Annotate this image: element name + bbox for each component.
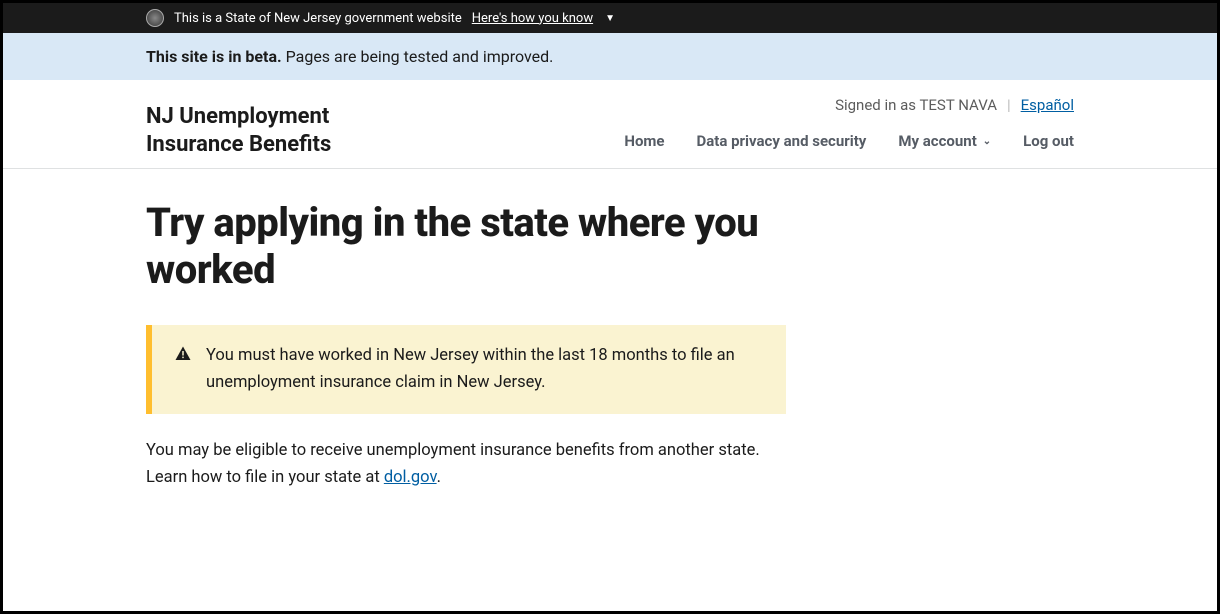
beta-label: This site is in beta. (146, 47, 282, 66)
gov-banner-text: This is a State of New Jersey government… (174, 11, 462, 26)
dol-gov-link[interactable]: dol.gov (384, 468, 437, 487)
gov-banner: This is a State of New Jersey government… (3, 3, 1217, 33)
top-links: Signed in as TEST NAVA | Español (835, 96, 1074, 114)
body-paragraph: You may be eligible to receive unemploym… (146, 438, 786, 491)
warning-alert: You must have worked in New Jersey withi… (146, 325, 786, 414)
nj-seal-icon (146, 9, 164, 27)
header: NJ Unemployment Insurance Benefits Signe… (3, 80, 1217, 169)
warning-triangle-icon (174, 345, 192, 367)
nav-my-account[interactable]: My account ⌄ (898, 132, 991, 150)
chevron-down-icon: ▼ (605, 13, 615, 24)
nav-home[interactable]: Home (624, 132, 664, 150)
site-title: NJ Unemployment Insurance Benefits (146, 103, 366, 158)
beta-banner: This site is in beta. Pages are being te… (3, 33, 1217, 80)
warning-alert-text: You must have worked in New Jersey withi… (206, 343, 764, 396)
beta-text: Pages are being tested and improved. (282, 47, 554, 66)
gov-banner-how-link[interactable]: Here's how you know (472, 11, 593, 26)
page-title: Try applying in the state where you work… (146, 199, 786, 293)
nav-logout[interactable]: Log out (1023, 132, 1074, 150)
chevron-down-icon: ⌄ (983, 136, 991, 147)
language-link[interactable]: Español (1021, 96, 1074, 114)
signed-in-text: Signed in as TEST NAVA (835, 96, 997, 114)
main-content: Try applying in the state where you work… (130, 169, 1090, 611)
separator: | (1007, 96, 1011, 114)
nav-privacy[interactable]: Data privacy and security (697, 132, 867, 150)
main-nav: Home Data privacy and security My accoun… (624, 132, 1074, 158)
